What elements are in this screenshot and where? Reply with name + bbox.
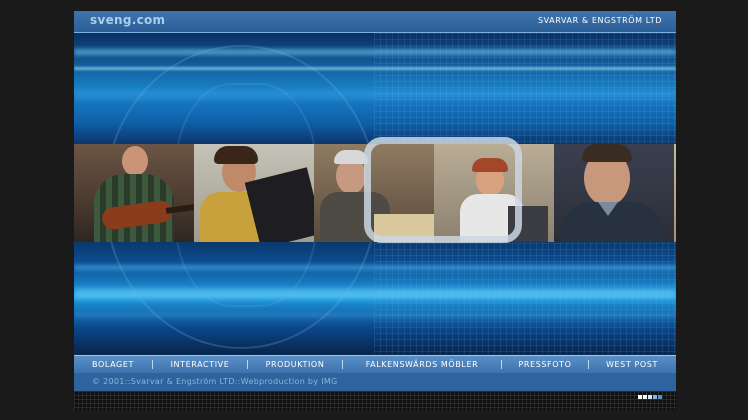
photo-boy-reading	[194, 144, 315, 242]
site-frame: sveng.com SVARVAR & ENGSTRÖM LTD BOLAGET…	[74, 11, 676, 410]
bottom-grid-strip	[74, 391, 676, 410]
header-bar: sveng.com SVARVAR & ENGSTRÖM LTD	[74, 11, 676, 33]
nav-item-pressfoto[interactable]: PRESSFOTO	[502, 360, 588, 369]
main-navigation: BOLAGET INTERACTIVE PRODUKTION FALKENSWÄ…	[74, 355, 676, 374]
nav-item-bolaget[interactable]: BOLAGET	[74, 360, 152, 369]
nav-item-interactive[interactable]: INTERACTIVE	[153, 360, 247, 369]
photo-woman-smiling	[674, 144, 676, 242]
nav-item-produktion[interactable]: PRODUKTION	[248, 360, 342, 369]
photo-guitar-player	[74, 144, 195, 242]
company-name: SVARVAR & ENGSTRÖM LTD	[537, 16, 662, 25]
nav-item-falkenswards-mobler[interactable]: FALKENSWÄRDS MÖBLER	[343, 360, 501, 369]
copyright-text: © 2001::Svarvar & Engström LTD::Webprodu…	[92, 377, 338, 386]
photo-young-man	[554, 144, 675, 242]
page-indicator-icon	[638, 395, 662, 399]
tv-frame-icon	[364, 137, 522, 243]
nav-item-west-post[interactable]: WEST POST	[589, 360, 675, 369]
site-logo[interactable]: sveng.com	[90, 13, 165, 27]
footer-bar: © 2001::Svarvar & Engström LTD::Webprodu…	[74, 373, 676, 391]
